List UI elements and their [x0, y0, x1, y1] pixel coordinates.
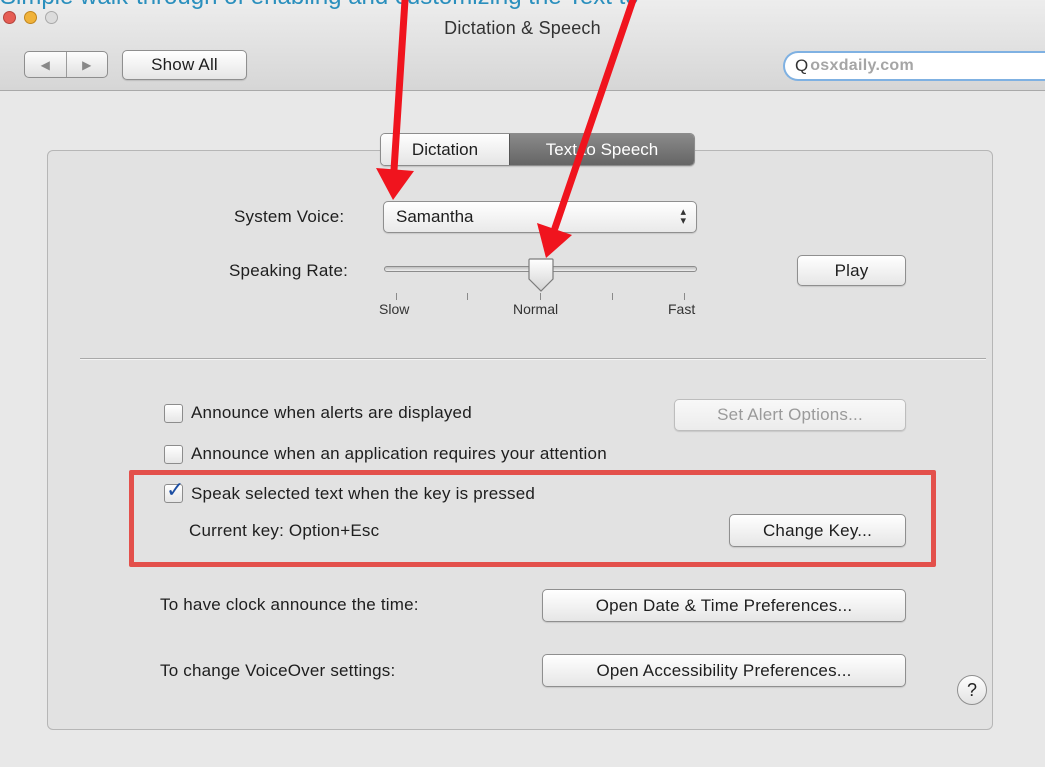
set-alert-options-button[interactable]: Set Alert Options... — [674, 399, 906, 431]
back-forward-control: ◀ ▶ — [24, 51, 108, 78]
cropped-caption: Simple walk-through of enabling and cust… — [0, 0, 640, 10]
open-date-time-preferences-button[interactable]: Open Date & Time Preferences... — [542, 589, 906, 622]
slider-tick — [467, 293, 468, 300]
announce-alerts-label: Announce when alerts are displayed — [191, 403, 472, 422]
clock-announce-label: To have clock announce the time: — [160, 595, 419, 614]
current-key-label: Current key: Option+Esc — [189, 521, 380, 540]
section-divider — [80, 358, 986, 360]
slider-tick — [684, 293, 685, 300]
help-icon: ? — [966, 679, 977, 700]
change-key-button[interactable]: Change Key... — [729, 514, 906, 547]
open-accessibility-preferences-button[interactable]: Open Accessibility Preferences... — [542, 654, 906, 687]
slider-min-label: Slow — [379, 301, 410, 317]
voiceover-settings-label: To change VoiceOver settings: — [160, 661, 396, 680]
slider-tick — [612, 293, 613, 300]
tab-content-panel — [47, 150, 993, 730]
tab-text-to-speech[interactable]: Text to Speech — [509, 134, 694, 165]
slider-tick — [396, 293, 397, 300]
slider-tick — [540, 293, 541, 300]
system-voice-value: Samantha — [396, 207, 474, 226]
window-title: Dictation & Speech — [444, 18, 601, 38]
system-voice-popup[interactable]: Samantha ▴ ▾ — [383, 201, 697, 233]
speak-selected-text-checkbox[interactable]: ✓ — [164, 479, 184, 503]
system-voice-label: System Voice: — [234, 207, 345, 226]
speaking-rate-label: Speaking Rate: — [229, 261, 349, 280]
title-bar: Dictation & Speech ◀ ▶ Show All Q osxdai… — [0, 0, 1045, 91]
help-button[interactable]: ? — [957, 675, 987, 705]
slider-mid-label: Normal — [513, 301, 559, 317]
search-field[interactable]: Q osxdaily.com — [783, 51, 1045, 81]
forward-arrow-icon: ▶ — [82, 57, 92, 72]
speak-selected-text-label: Speak selected text when the key is pres… — [191, 484, 536, 503]
slider-max-label: Fast — [668, 301, 696, 317]
checkmark-icon: ✓ — [166, 477, 185, 502]
back-arrow-icon: ◀ — [40, 57, 50, 72]
announce-attention-checkbox[interactable] — [164, 445, 183, 464]
play-button[interactable]: Play — [797, 255, 906, 286]
tab-control: Dictation Text to Speech — [380, 133, 695, 166]
announce-attention-label: Announce when an application requires yo… — [191, 444, 607, 463]
caption-text: Simple walk-through of enabling and cust… — [0, 0, 640, 10]
preferences-window: Dictation & Speech ◀ ▶ Show All Q osxdai… — [0, 0, 1045, 767]
forward-button[interactable]: ▶ — [65, 52, 108, 77]
search-icon: Q — [795, 56, 809, 75]
announce-alerts-checkbox[interactable] — [164, 404, 183, 423]
speaking-rate-slider-thumb[interactable] — [527, 257, 555, 293]
show-all-button[interactable]: Show All — [122, 50, 247, 80]
back-button[interactable]: ◀ — [25, 52, 66, 77]
tab-dictation[interactable]: Dictation — [381, 134, 509, 165]
popup-arrows-icon: ▴ ▾ — [680, 206, 686, 227]
search-placeholder: osxdaily.com — [810, 57, 915, 74]
